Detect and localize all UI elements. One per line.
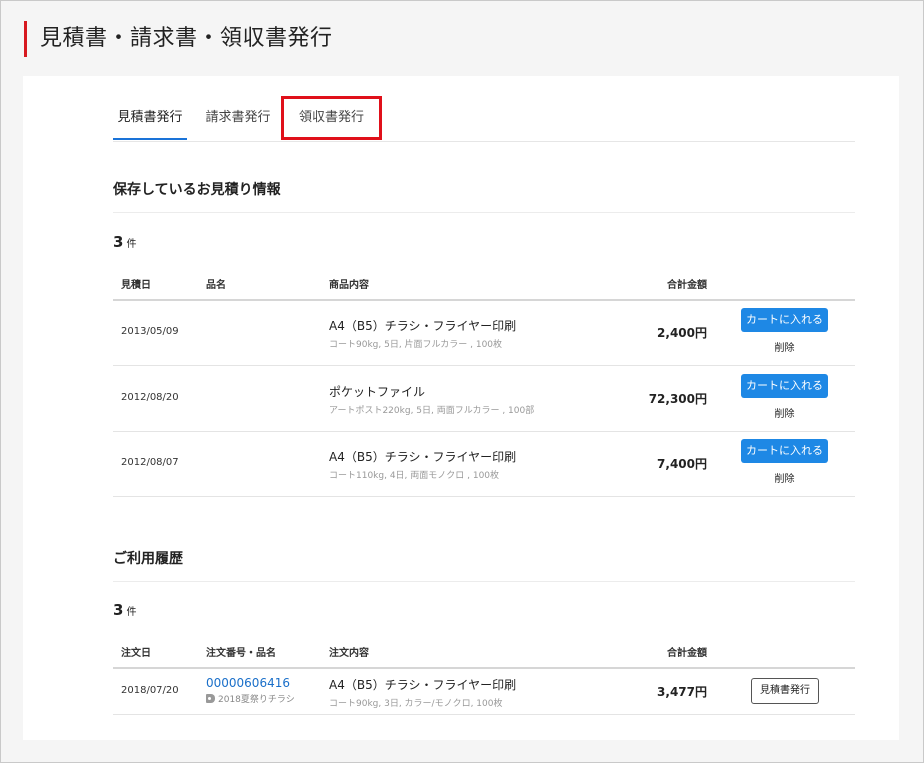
quotes-heading: 保存しているお見積り情報 — [113, 179, 855, 213]
add-to-cart-button[interactable]: カートに入れる — [741, 308, 828, 332]
header-item-name: 品名 — [206, 280, 226, 291]
order-tag: 2018夏祭りチラシ — [206, 692, 295, 705]
product-name: A4（B5）チラシ・フライヤー印刷 — [329, 319, 517, 333]
table-row: 2012/08/07 A4（B5）チラシ・フライヤー印刷 コート110kg, 4… — [113, 431, 855, 497]
header-total: 合計金額 — [667, 280, 707, 291]
history-count-value: 3 — [113, 601, 124, 619]
quotes-count-value: 3 — [113, 233, 124, 251]
table-row: 2018/07/20 00000606416 2018夏祭りチラシ A4（B5）… — [113, 668, 855, 715]
quote-total: 7,400円 — [657, 457, 707, 471]
order-tag-label: 2018夏祭りチラシ — [218, 695, 295, 705]
quote-product: ポケットファイル アートポスト220kg, 5日, 両面フルカラー , 100部 — [329, 383, 534, 416]
history-count-unit: 件 — [126, 607, 137, 618]
tab-invoice[interactable]: 請求書発行 — [201, 100, 275, 140]
delete-link[interactable]: 削除 — [741, 339, 828, 354]
quotes-table-header: 見積日 品名 商品内容 合計金額 — [113, 267, 855, 301]
tab-quote[interactable]: 見積書発行 — [113, 100, 187, 140]
header-order-number: 注文番号・品名 — [206, 648, 276, 659]
history-heading: ご利用履歴 — [113, 548, 855, 582]
product-name: ポケットファイル — [329, 385, 426, 399]
header-quote-date: 見積日 — [121, 280, 151, 291]
quote-product: A4（B5）チラシ・フライヤー印刷 コート110kg, 4日, 両面モノクロ ,… — [329, 448, 516, 481]
history-table-header: 注文日 注文番号・品名 注文内容 合計金額 — [113, 635, 855, 669]
quote-date: 2012/08/20 — [121, 392, 179, 403]
product-name: A4（B5）チラシ・フライヤー印刷 — [329, 678, 517, 692]
issue-quote-button[interactable]: 見積書発行 — [751, 678, 819, 704]
add-to-cart-button[interactable]: カートに入れる — [741, 374, 828, 398]
product-name: A4（B5）チラシ・フライヤー印刷 — [329, 450, 517, 464]
history-count: 3件 — [113, 601, 136, 619]
delete-link[interactable]: 削除 — [741, 470, 828, 485]
header-order-date: 注文日 — [121, 648, 151, 659]
quote-total: 72,300円 — [648, 392, 707, 406]
quote-date: 2012/08/07 — [121, 457, 179, 468]
quotes-count: 3件 — [113, 233, 136, 251]
tag-icon — [206, 694, 215, 703]
add-to-cart-button[interactable]: カートに入れる — [741, 439, 828, 463]
order-date: 2018/07/20 — [121, 685, 179, 696]
tab-receipt[interactable]: 領収書発行 — [281, 96, 382, 140]
quote-date: 2013/05/09 — [121, 326, 179, 337]
tab-bar: 見積書発行 請求書発行 領収書発行 — [113, 96, 855, 142]
header-total: 合計金額 — [667, 648, 707, 659]
header-order-content: 注文内容 — [329, 648, 369, 659]
order-product: A4（B5）チラシ・フライヤー印刷 コート90kg, 3日, カラー/モノクロ,… — [329, 676, 516, 709]
order-number-link[interactable]: 00000606416 — [206, 676, 295, 690]
header-product-content: 商品内容 — [329, 280, 369, 291]
product-detail: コート90kg, 5日, 片面フルカラー , 100枚 — [329, 340, 503, 350]
product-detail: アートポスト220kg, 5日, 両面フルカラー , 100部 — [329, 406, 535, 416]
product-detail: コート90kg, 3日, カラー/モノクロ, 100枚 — [329, 699, 503, 709]
quotes-count-unit: 件 — [126, 239, 137, 250]
table-row: 2013/05/09 A4（B5）チラシ・フライヤー印刷 コート90kg, 5日… — [113, 300, 855, 366]
order-info: 00000606416 2018夏祭りチラシ — [206, 676, 295, 705]
quote-total: 2,400円 — [657, 326, 707, 340]
order-total: 3,477円 — [657, 685, 707, 699]
table-row: 2012/08/20 ポケットファイル アートポスト220kg, 5日, 両面フ… — [113, 366, 855, 432]
quote-product: A4（B5）チラシ・フライヤー印刷 コート90kg, 5日, 片面フルカラー ,… — [329, 317, 516, 350]
product-detail: コート110kg, 4日, 両面モノクロ , 100枚 — [329, 471, 500, 481]
delete-link[interactable]: 削除 — [741, 405, 828, 420]
page-title: 見積書・請求書・領収書発行 — [24, 21, 333, 57]
main-panel: 見積書発行 請求書発行 領収書発行 保存しているお見積り情報 3件 見積日 品名… — [23, 76, 899, 740]
